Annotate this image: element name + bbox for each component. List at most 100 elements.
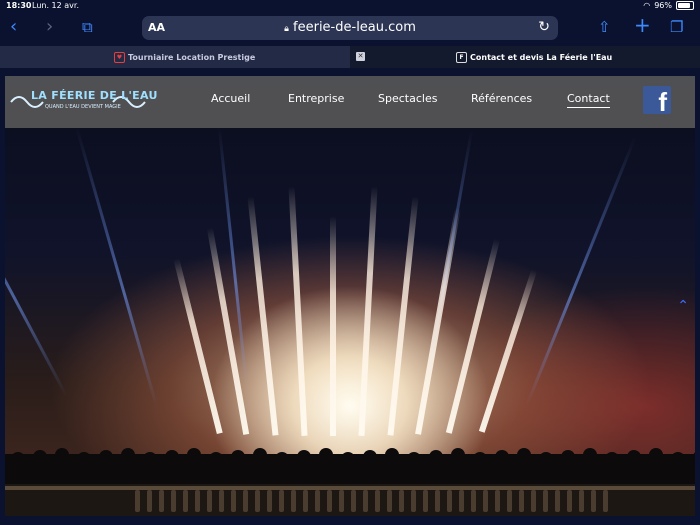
spectator-head xyxy=(99,450,113,464)
spectator-head xyxy=(627,450,641,464)
balustrade-post xyxy=(183,490,188,512)
balustrade-post xyxy=(435,490,440,512)
spectator-head xyxy=(209,452,223,466)
balustrade-post xyxy=(603,490,608,512)
address-bar[interactable]: AA 🔒︎ feerie-de-leau.com ↻ xyxy=(142,16,558,40)
share-icon[interactable]: ⇧ xyxy=(598,18,611,36)
balustrade-post xyxy=(255,490,260,512)
chevron-up-icon[interactable]: ⌃ xyxy=(677,298,689,314)
spectator-head xyxy=(649,448,663,462)
tabs-overview-icon[interactable]: ❐ xyxy=(670,18,683,36)
balustrade-post xyxy=(507,490,512,512)
spectator-head xyxy=(55,448,69,462)
balustrade-post xyxy=(471,490,476,512)
balustrade-post xyxy=(447,490,452,512)
spectator-head xyxy=(33,450,47,464)
nav-accueil[interactable]: Accueil xyxy=(211,92,250,105)
balustrade-post xyxy=(147,490,152,512)
spectator-head xyxy=(77,452,91,466)
tab-bar: ♥ Tourniaire Location Prestige F Contact… xyxy=(0,46,700,68)
balustrade-post xyxy=(243,490,248,512)
balustrade-post xyxy=(591,490,596,512)
spectator-head xyxy=(561,450,575,464)
spectator-head xyxy=(429,450,443,464)
spectator-head xyxy=(253,448,267,462)
spectator-head xyxy=(539,452,553,466)
f-favicon-icon: F xyxy=(456,51,467,63)
bookmarks-icon[interactable]: ⧉ xyxy=(82,18,93,36)
spectator-head xyxy=(121,448,135,462)
tab-tourniaire[interactable]: ♥ Tourniaire Location Prestige xyxy=(0,46,350,68)
facebook-icon[interactable]: f xyxy=(643,86,671,117)
spectator-head xyxy=(473,452,487,466)
balustrade-post xyxy=(531,490,536,512)
spectator-head xyxy=(319,448,333,462)
reload-icon[interactable]: ↻ xyxy=(538,19,550,35)
balustrade-post xyxy=(303,490,308,512)
balustrade-post xyxy=(207,490,212,512)
balustrade-post xyxy=(219,490,224,512)
balustrade-post xyxy=(351,490,356,512)
status-bar: 18:30 Lun. 12 avr. ◠ 96% xyxy=(0,0,700,12)
spectator-head xyxy=(297,450,311,464)
balustrade-post xyxy=(171,490,176,512)
spectator-head xyxy=(517,448,531,462)
nav-spectacles[interactable]: Spectacles xyxy=(378,92,437,105)
new-tab-icon[interactable]: + xyxy=(634,15,651,35)
balustrade-post xyxy=(459,490,464,512)
status-date: Lun. 12 avr. xyxy=(32,1,79,10)
balustrade-post xyxy=(543,490,548,512)
spectator-head xyxy=(165,450,179,464)
balustrade-post xyxy=(135,490,140,512)
forward-icon[interactable]: › xyxy=(46,18,53,36)
balustrade-post xyxy=(159,490,164,512)
spectator-head xyxy=(385,448,399,462)
spectator-head xyxy=(143,452,157,466)
back-icon[interactable]: ‹ xyxy=(10,18,17,36)
site-header: LA FÉERIE DE L'EAU QUAND L'EAU DEVIENT M… xyxy=(5,76,695,128)
spectator-head xyxy=(605,452,619,466)
wifi-icon: ◠ xyxy=(643,1,651,10)
tab-title: Tourniaire Location Prestige xyxy=(128,52,256,62)
battery-icon xyxy=(676,1,694,10)
balustrade-post xyxy=(231,490,236,512)
spectator-head xyxy=(451,448,465,462)
balustrade-post xyxy=(327,490,332,512)
status-right: ◠ 96% xyxy=(643,1,694,10)
nav-entreprise[interactable]: Entreprise xyxy=(288,92,344,105)
balustrade-post xyxy=(423,490,428,512)
logo-text: LA FÉERIE DE L'EAU xyxy=(31,89,158,102)
balustrade-post xyxy=(315,490,320,512)
hero-fountain-image xyxy=(5,76,695,516)
battery-percent: 96% xyxy=(654,1,672,10)
spectator-head xyxy=(363,450,377,464)
balustrade-post xyxy=(579,490,584,512)
balustrade-post xyxy=(267,490,272,512)
url-value: feerie-de-leau.com xyxy=(293,20,416,35)
nav-references[interactable]: Références xyxy=(471,92,532,105)
spectator-head xyxy=(341,452,355,466)
spectator-head xyxy=(407,452,421,466)
balustrade-post xyxy=(411,490,416,512)
balustrade-post xyxy=(567,490,572,512)
spectator-head xyxy=(11,452,25,466)
site-logo[interactable]: LA FÉERIE DE L'EAU QUAND L'EAU DEVIENT M… xyxy=(9,88,157,116)
tab-contact[interactable]: F Contact et devis La Féerie l'Eau xyxy=(350,46,700,68)
balustrade-post xyxy=(363,490,368,512)
nav-contact[interactable]: Contact xyxy=(567,92,610,108)
url-text: 🔒︎ feerie-de-leau.com xyxy=(142,20,558,35)
spectator-head xyxy=(187,448,201,462)
status-time: 18:30 xyxy=(6,1,32,10)
balustrade-post xyxy=(483,490,488,512)
balustrade-post xyxy=(339,490,344,512)
balustrade-post xyxy=(387,490,392,512)
logo-tagline: QUAND L'EAU DEVIENT MAGIE xyxy=(45,104,121,110)
balustrade-post xyxy=(519,490,524,512)
spectator-head xyxy=(583,448,597,462)
balustrade-post xyxy=(291,490,296,512)
balustrade-post xyxy=(555,490,560,512)
tab-title: Contact et devis La Féerie l'Eau xyxy=(470,52,613,62)
balustrade-post xyxy=(375,490,380,512)
close-tab-icon[interactable]: ✕ xyxy=(356,52,365,61)
spectator-head xyxy=(671,452,685,466)
